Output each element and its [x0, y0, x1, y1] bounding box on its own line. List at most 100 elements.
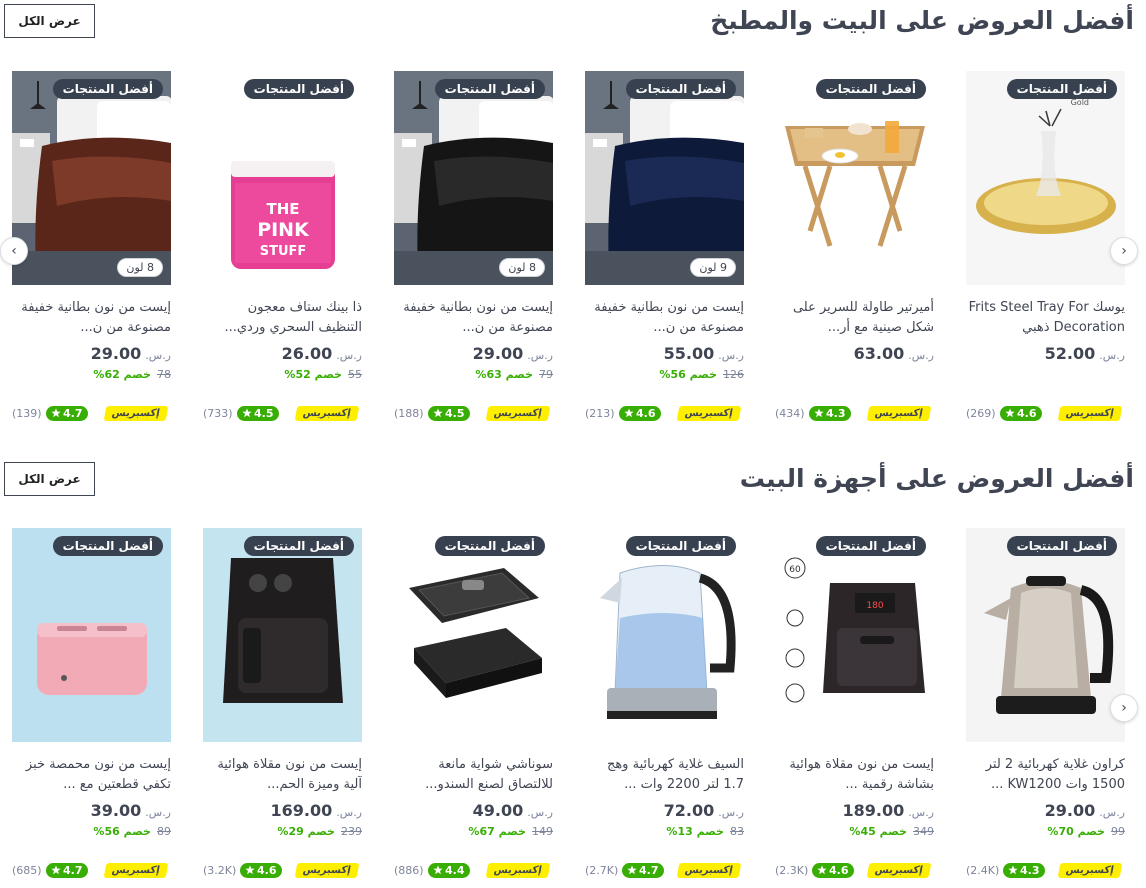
- best-seller-badge: أفضل المنتجات: [815, 79, 926, 99]
- product-name[interactable]: أميرتير طاولة للسرير على شكل صينية مع أر…: [775, 298, 934, 338]
- product-name[interactable]: إيست من نون بطانية خفيفة مصنوعة من ن...: [394, 298, 553, 338]
- currency: ر.س.: [145, 806, 171, 819]
- star-icon: [1005, 408, 1015, 418]
- product-image[interactable]: أفضل المنتجات: [203, 528, 362, 742]
- price-amount: 63.00: [853, 344, 905, 363]
- svg-text:PINK: PINK: [257, 219, 310, 241]
- product-image[interactable]: أفضل المنتجات: [12, 528, 171, 742]
- color-count-badge: 8 لون: [117, 258, 163, 277]
- color-count-badge: 8 لون: [499, 258, 545, 277]
- price: ر.س.29.00: [394, 344, 553, 363]
- product-image[interactable]: أفضل المنتجات 8 لون: [394, 71, 553, 285]
- currency: ر.س.: [527, 806, 553, 819]
- product-name[interactable]: إيست من نون مقلاة هوائية آلية وميزة الحم…: [203, 755, 362, 795]
- express-badge: إكسبريس: [677, 863, 742, 878]
- product-name[interactable]: ذا بينك ستاف معجون التنظيف السحري وردي..…: [203, 298, 362, 338]
- price: ر.س.29.00: [12, 344, 171, 363]
- discount-row: 89 خصم 56%: [12, 825, 171, 838]
- next-arrow-button[interactable]: ›: [1110, 694, 1138, 722]
- rating-pill: 4.6: [812, 863, 854, 878]
- best-seller-badge: أفضل المنتجات: [815, 536, 926, 556]
- view-all-button[interactable]: عرض الكل: [4, 4, 95, 38]
- product-name[interactable]: يوسك Frits Steel Tray For Decoration ذهب…: [966, 298, 1125, 338]
- discount-percent: خصم 63%: [475, 368, 533, 381]
- chevron-right-icon: ›: [1121, 243, 1127, 259]
- price-amount: 26.00: [281, 344, 333, 363]
- product-image[interactable]: 60 180 أفضل المنتجات: [775, 528, 934, 742]
- price: ر.س.63.00: [775, 344, 934, 363]
- rating-value: 4.6: [829, 864, 849, 877]
- old-price: 83: [730, 825, 744, 838]
- discount-row: 78 خصم 62%: [12, 368, 171, 381]
- rating-pill: 4.4: [428, 863, 470, 878]
- express-badge: إكسبريس: [104, 863, 169, 878]
- product-image[interactable]: Gold أفضل المنتجات: [966, 71, 1125, 285]
- prev-arrow-button[interactable]: ‹: [0, 237, 28, 265]
- price-amount: 169.00: [270, 801, 333, 820]
- section-home-kitchen: أفضل العروض على البيت والمطبخ عرض الكل G…: [0, 0, 1146, 440]
- price-amount: 55.00: [663, 344, 715, 363]
- rating-value: 4.5: [445, 407, 465, 420]
- product-image[interactable]: أفضل المنتجات: [775, 71, 934, 285]
- rating-value: 4.3: [1020, 864, 1040, 877]
- meta-row: إكسبريس 4.6 (3.2K): [203, 863, 362, 881]
- product-image[interactable]: أفضل المنتجات 8 لون: [12, 71, 171, 285]
- product-name[interactable]: إيست من نون بطانية خفيفة مصنوعة من ن...: [12, 298, 171, 338]
- review-count: (733): [203, 407, 233, 420]
- currency: ر.س.: [908, 349, 934, 362]
- product-image[interactable]: THE PINK STUFF أفضل المنتجات: [203, 71, 362, 285]
- discount-percent: خصم 45%: [849, 825, 907, 838]
- svg-text:180: 180: [866, 601, 883, 611]
- meta-row: إكسبريس 4.3 (2.4K): [966, 863, 1125, 881]
- product-name[interactable]: كراون غلاية كهربائية 2 لتر 1500 وات KW12…: [966, 755, 1125, 795]
- product-row: Gold أفضل المنتجات يوسك Frits Steel Tray…: [0, 71, 1146, 431]
- currency: ر.س.: [718, 806, 744, 819]
- section-title: أفضل العروض على أجهزة البيت: [739, 464, 1134, 493]
- star-icon: [51, 408, 61, 418]
- product-name[interactable]: إيست من نون مقلاة هوائية بشاشة رقمية ...: [775, 755, 934, 795]
- express-badge: إكسبريس: [1058, 863, 1123, 878]
- discount-percent: خصم 70%: [1047, 825, 1105, 838]
- product-name[interactable]: السيف غلاية كهربائية وهج 1.7 لتر 2200 وا…: [585, 755, 744, 795]
- svg-text:THE: THE: [266, 200, 299, 218]
- old-price: 55: [348, 368, 362, 381]
- star-icon: [817, 865, 827, 875]
- currency: ر.س.: [718, 349, 744, 362]
- meta-row: إكسبريس 4.7 (685): [12, 863, 171, 881]
- discount-row: 99 خصم 70%: [966, 825, 1125, 838]
- star-icon: [51, 865, 61, 875]
- discount-percent: خصم 56%: [659, 368, 717, 381]
- review-count: (2.7K): [585, 864, 619, 877]
- express-badge: إكسبريس: [295, 406, 360, 421]
- old-price: 89: [157, 825, 171, 838]
- price-amount: 29.00: [1044, 801, 1096, 820]
- review-count: (213): [585, 407, 615, 420]
- discount-row: 83 خصم 13%: [585, 825, 744, 838]
- rating-pill: 4.3: [1003, 863, 1045, 878]
- star-icon: [433, 865, 443, 875]
- old-price: 239: [341, 825, 362, 838]
- rating-value: 4.6: [636, 407, 656, 420]
- rating-value: 4.7: [63, 864, 83, 877]
- product-name[interactable]: إيست من نون بطانية خفيفة مصنوعة من ن...: [585, 298, 744, 338]
- product-image[interactable]: أفضل المنتجات: [394, 528, 553, 742]
- rating-value: 4.7: [63, 407, 83, 420]
- best-seller-badge: أفضل المنتجات: [434, 536, 545, 556]
- product-name[interactable]: سوناشي شواية مانعة للالتصاق لصنع السندو.…: [394, 755, 553, 795]
- express-badge: إكسبريس: [867, 406, 932, 421]
- meta-row: إكسبريس 4.6 (2.3K): [775, 863, 934, 881]
- product-image[interactable]: أفضل المنتجات: [966, 528, 1125, 742]
- next-arrow-button[interactable]: ›: [1110, 237, 1138, 265]
- review-count: (3.2K): [203, 864, 237, 877]
- view-all-button[interactable]: عرض الكل: [4, 462, 95, 496]
- product-image[interactable]: أفضل المنتجات: [585, 528, 744, 742]
- review-count: (886): [394, 864, 424, 877]
- price-amount: 49.00: [472, 801, 524, 820]
- best-seller-badge: أفضل المنتجات: [243, 536, 354, 556]
- price: ر.س.29.00: [966, 801, 1125, 820]
- best-seller-badge: أفضل المنتجات: [1006, 79, 1117, 99]
- discount-row: 149 خصم 67%: [394, 825, 553, 838]
- meta-row: إكسبريس 4.7 (139): [12, 406, 171, 424]
- product-image[interactable]: أفضل المنتجات 9 لون: [585, 71, 744, 285]
- product-name[interactable]: إيست من نون محمصة خبز تكفي قطعتين مع ...: [12, 755, 171, 795]
